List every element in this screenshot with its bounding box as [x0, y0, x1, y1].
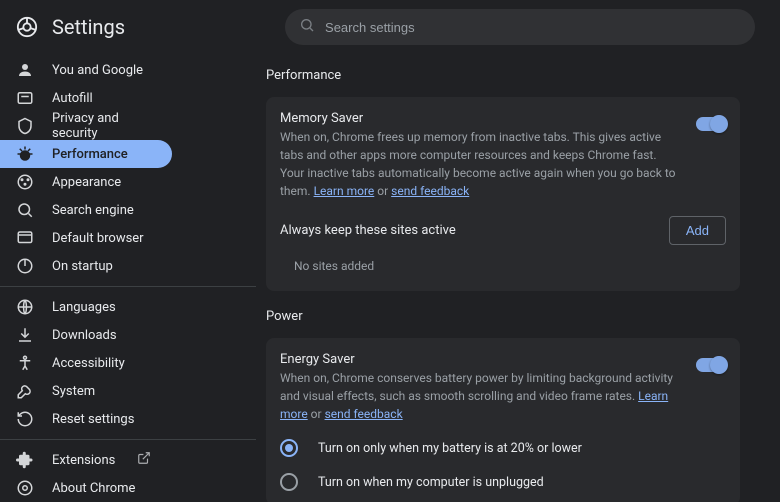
extension-icon: [16, 451, 34, 469]
sidebar-item-performance[interactable]: Performance: [0, 140, 172, 168]
sidebar-item-label: Languages: [52, 300, 116, 315]
sidebar-item-label: Privacy and security: [52, 111, 156, 141]
send-feedback-link[interactable]: send feedback: [325, 407, 403, 421]
sidebar-item-label: System: [52, 384, 95, 399]
sidebar-item-extensions[interactable]: Extensions: [0, 446, 172, 474]
energy-option-unplugged[interactable]: Turn on when my computer is unplugged: [280, 473, 726, 491]
sidebar-item-languages[interactable]: Languages: [0, 293, 172, 321]
external-link-icon: [137, 451, 151, 469]
memory-saver-desc: When on, Chrome frees up memory from ina…: [280, 128, 682, 200]
sidebar-item-label: Appearance: [52, 175, 121, 190]
search-box[interactable]: [285, 9, 755, 45]
energy-saver-toggle[interactable]: [696, 358, 726, 372]
radio-label: Turn on when my computer is unplugged: [318, 475, 544, 490]
performance-icon: [16, 145, 34, 163]
sidebar-item-label: Extensions: [52, 453, 115, 468]
wrench-icon: [16, 382, 34, 400]
shield-icon: [16, 117, 34, 135]
learn-more-link[interactable]: Learn more: [314, 184, 375, 198]
sidebar: You and Google Autofill Privacy and secu…: [0, 54, 256, 502]
reset-icon: [16, 410, 34, 428]
no-sites-text: No sites added: [280, 245, 726, 277]
download-icon: [16, 326, 34, 344]
sidebar-item-label: Default browser: [52, 231, 144, 246]
add-site-button[interactable]: Add: [669, 216, 726, 245]
section-title-power: Power: [266, 309, 740, 324]
divider: [0, 286, 256, 287]
sidebar-item-label: About Chrome: [52, 481, 135, 496]
memory-saver-toggle[interactable]: [696, 117, 726, 131]
memory-saver-title: Memory Saver: [280, 111, 682, 126]
search-input[interactable]: [325, 20, 741, 35]
sidebar-item-autofill[interactable]: Autofill: [0, 84, 172, 112]
sidebar-item-label: Accessibility: [52, 356, 125, 371]
app-title: Settings: [52, 15, 125, 39]
sidebar-item-appearance[interactable]: Appearance: [0, 168, 172, 196]
sidebar-item-system[interactable]: System: [0, 377, 172, 405]
person-icon: [16, 61, 34, 79]
sidebar-item-search-engine[interactable]: Search engine: [0, 196, 172, 224]
main-content: Performance Memory Saver When on, Chrome…: [256, 54, 780, 502]
search-icon: [16, 201, 34, 219]
section-title-performance: Performance: [266, 68, 740, 83]
energy-saver-desc: When on, Chrome conserves battery power …: [280, 369, 682, 423]
search-icon: [299, 17, 315, 37]
sidebar-item-default-browser[interactable]: Default browser: [0, 224, 172, 252]
sidebar-item-reset[interactable]: Reset settings: [0, 405, 172, 433]
energy-option-battery[interactable]: Turn on only when my battery is at 20% o…: [280, 439, 726, 457]
autofill-icon: [16, 89, 34, 107]
radio-icon: [280, 473, 298, 491]
sidebar-item-label: You and Google: [52, 63, 143, 78]
sidebar-item-label: Autofill: [52, 91, 93, 106]
globe-icon: [16, 298, 34, 316]
radio-label: Turn on only when my battery is at 20% o…: [318, 441, 582, 456]
send-feedback-link[interactable]: send feedback: [391, 184, 469, 198]
browser-icon: [16, 229, 34, 247]
radio-icon: [280, 439, 298, 457]
sidebar-item-label: Reset settings: [52, 412, 134, 427]
appearance-icon: [16, 173, 34, 191]
sidebar-item-label: On startup: [52, 259, 113, 274]
memory-saver-card: Memory Saver When on, Chrome frees up me…: [266, 97, 740, 291]
sidebar-item-downloads[interactable]: Downloads: [0, 321, 172, 349]
chrome-logo-icon: [16, 16, 38, 38]
energy-saver-card: Energy Saver When on, Chrome conserves b…: [266, 338, 740, 502]
chrome-icon: [16, 479, 34, 497]
divider: [0, 439, 256, 440]
sidebar-item-label: Search engine: [52, 203, 134, 218]
sidebar-item-accessibility[interactable]: Accessibility: [0, 349, 172, 377]
sidebar-item-you-and-google[interactable]: You and Google: [0, 56, 172, 84]
always-active-label: Always keep these sites active: [280, 223, 456, 238]
sidebar-item-label: Performance: [52, 147, 128, 162]
power-icon: [16, 257, 34, 275]
sidebar-item-privacy[interactable]: Privacy and security: [0, 112, 172, 140]
sidebar-item-about[interactable]: About Chrome: [0, 474, 172, 502]
energy-saver-title: Energy Saver: [280, 352, 682, 367]
accessibility-icon: [16, 354, 34, 372]
sidebar-item-on-startup[interactable]: On startup: [0, 252, 172, 280]
sidebar-item-label: Downloads: [52, 328, 117, 343]
